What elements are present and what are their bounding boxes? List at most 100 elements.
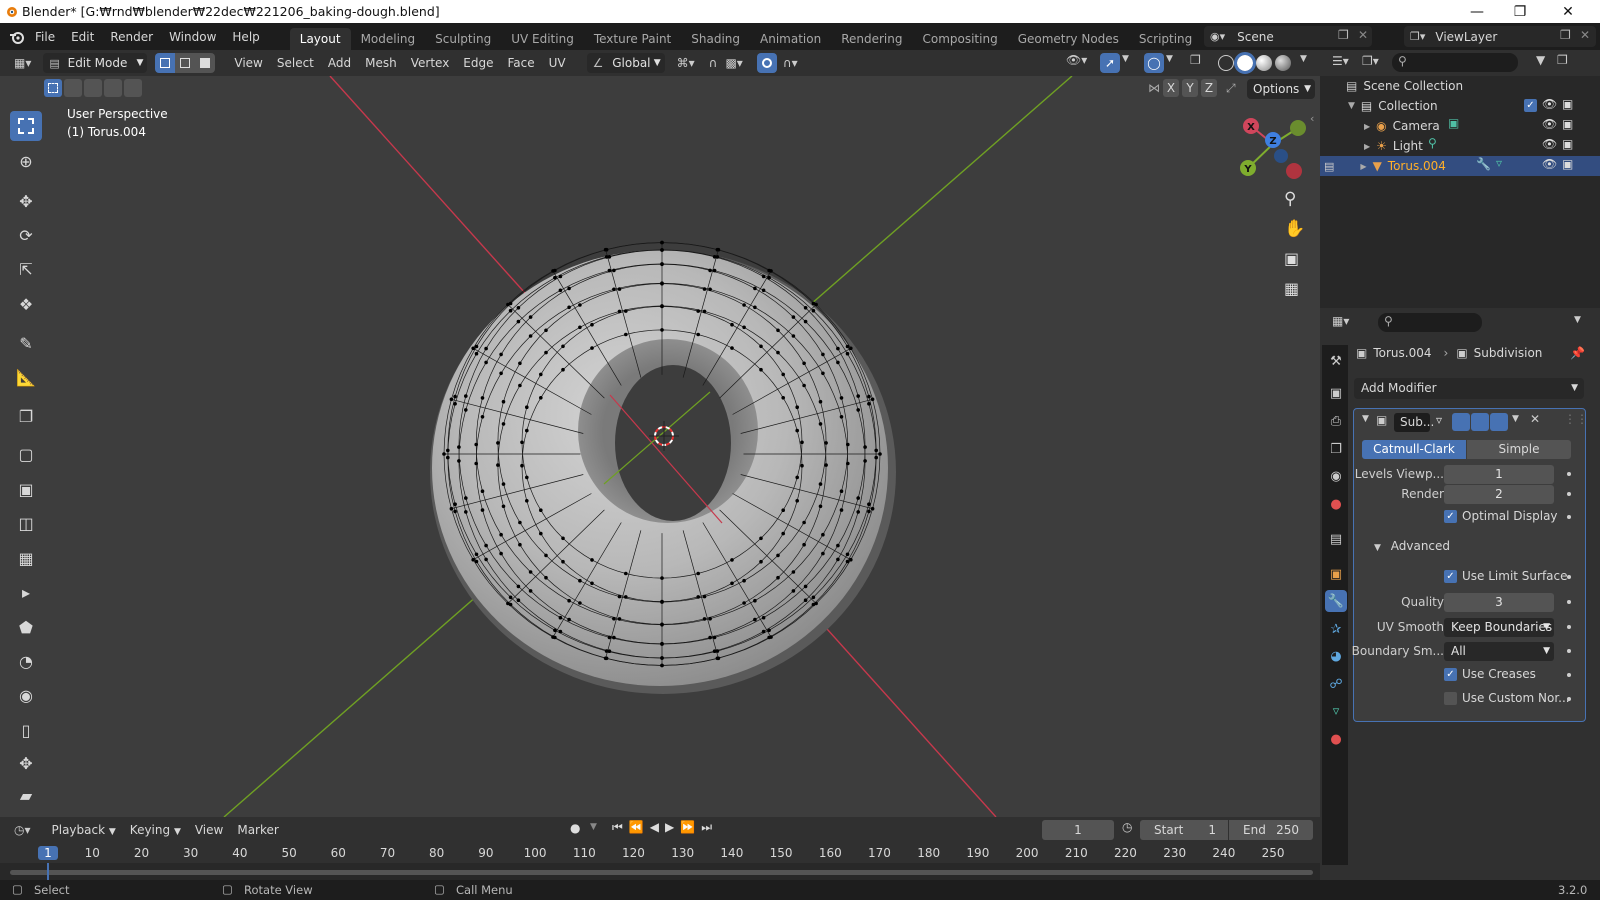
filter-icon[interactable]: ▼ [1536,53,1545,67]
object-tab-icon[interactable]: ▣ [1325,563,1347,585]
mesh-vertex[interactable] [603,247,608,252]
mesh-vertex[interactable] [578,325,582,330]
edge-slide-tool-icon[interactable]: ▯ [10,715,42,745]
timeline-area[interactable]: 1 10 20 30 40 50 60 70 80 90 100 110 120 130 140 150 160… [0,843,1320,880]
mesh-vertex[interactable] [558,615,563,620]
mesh-vertex[interactable] [702,617,707,621]
mirror-x-toggle[interactable]: X [1163,79,1179,97]
mesh-vertex[interactable] [802,520,806,525]
next-keyframe-icon[interactable]: ⏩ [680,820,695,835]
editor-type-icon[interactable]: ▦▾ [14,56,31,70]
mesh-vertex[interactable] [660,576,664,580]
mesh-vertex[interactable] [660,641,664,646]
mesh-vertex[interactable] [553,628,557,633]
wireframe-shading-icon[interactable] [1218,55,1234,71]
menu-face[interactable]: Face [501,53,542,73]
snap-target-icon[interactable]: ▩▾ [725,56,742,70]
minimize-button[interactable]: — [1454,0,1500,23]
mesh-vertex[interactable] [767,275,771,280]
rendered-shading-icon[interactable] [1275,55,1291,71]
transform-orientation-dropdown[interactable]: ∠ Global ▼ [586,53,665,73]
mesh-vertex[interactable] [716,247,721,252]
camera-data-icon[interactable]: ▣ [1448,116,1459,130]
mesh-vertex[interactable] [870,397,875,402]
mesh-vertex[interactable] [839,508,844,512]
mesh-vertex[interactable] [484,557,488,562]
mesh-vertex[interactable] [712,268,717,273]
mesh-vertex[interactable] [518,361,522,366]
mesh-vertex[interactable] [561,367,565,372]
smooth-tool-icon[interactable]: ◉ [10,680,42,710]
select-new-icon[interactable] [44,79,62,97]
mesh-vertex[interactable] [781,396,785,400]
mesh-vertex[interactable] [607,268,612,273]
record-icon[interactable]: ● [570,821,580,835]
mesh-vertex[interactable] [712,649,717,653]
mesh-vertex[interactable] [821,532,825,537]
shrink-fatten-tool-icon[interactable]: ✥ [10,748,42,778]
mesh-vertex[interactable] [660,240,664,245]
mesh-vertex[interactable] [702,309,707,314]
mesh-vertex[interactable] [539,508,543,512]
mesh-vertex[interactable] [803,306,808,310]
uv-smooth-dropdown[interactable]: Keep Boundaries ▼ [1444,617,1554,637]
add-modifier-dropdown[interactable]: Add Modifier ▼ [1354,378,1584,399]
timeline-editor-icon[interactable]: ◷▾ [14,823,31,837]
mesh-vertex[interactable] [480,415,485,419]
keyframe-dot-icon[interactable] [1567,575,1571,579]
mesh-vertex[interactable] [776,350,780,355]
mesh-vertex[interactable] [767,635,771,640]
mesh-vertex[interactable] [660,304,664,308]
mirror-z-toggle[interactable]: Z [1201,79,1217,97]
edge-select-icon[interactable] [175,53,196,73]
mesh-vertex[interactable] [802,383,806,388]
mesh-vertex[interactable] [863,459,867,463]
mesh-vertex[interactable] [811,308,816,313]
mesh-vertex[interactable] [715,255,720,259]
mesh-vertex[interactable] [742,303,746,307]
mesh-vertex[interactable] [836,346,840,351]
mesh-vertex[interactable] [516,319,521,324]
mesh-vertex[interactable] [464,394,468,398]
world-tab-icon[interactable]: ● [1325,493,1347,515]
visibility-icon[interactable]: 👁▾ [1066,53,1087,67]
eye-icon[interactable]: 👁 [1542,117,1557,131]
mesh-vertex[interactable] [480,489,485,494]
mesh-vertex[interactable] [525,499,529,503]
data-tab-icon[interactable]: ▿ [1325,700,1347,722]
mesh-vertex[interactable] [449,506,454,511]
eye-icon[interactable]: 👁 [1542,157,1557,171]
new-collection-icon[interactable]: ❐ [1557,53,1568,67]
mesh-vertex[interactable] [528,570,533,574]
mesh-vertex[interactable] [474,442,479,447]
jump-end-icon[interactable]: ⏭ [701,820,712,835]
mesh-vertex[interactable] [518,520,522,525]
mesh-vertex[interactable] [660,281,664,285]
mesh-vertex[interactable] [824,441,828,445]
expand-arrow-icon[interactable]: ▶ [1364,142,1370,151]
mesh-vertex[interactable] [753,598,757,603]
mesh-vertex[interactable] [558,274,563,279]
tab-layout[interactable]: Layout [289,28,351,50]
tab-texture-paint[interactable]: Texture Paint [584,28,681,50]
bevel-tool-icon[interactable]: ◫ [10,508,42,538]
mesh-vertex[interactable] [802,361,806,366]
gizmo-neg-x[interactable] [1286,163,1302,179]
menu-timeline-view[interactable]: View [188,820,230,840]
mesh-vertex[interactable] [702,594,707,599]
start-frame-field[interactable]: Start 1 [1140,820,1228,840]
mesh-vertex[interactable] [730,346,734,350]
delete-scene-icon[interactable]: ✕ [1358,28,1368,42]
mesh-vertex[interactable] [759,536,763,541]
outliner-scene-collection[interactable]: ▤ Scene Collection [1320,76,1600,96]
camera-view-icon[interactable]: ▣ [1284,249,1299,268]
spin-tool-icon[interactable]: ◔ [10,646,42,676]
render-levels-field[interactable]: 2 [1444,484,1554,504]
material-shading-icon[interactable] [1256,55,1272,71]
playhead[interactable]: 1 [38,846,58,860]
mesh-vertex[interactable] [567,617,571,622]
pin-icon[interactable]: 📌 [1570,346,1585,360]
mesh-vertex[interactable] [660,599,664,604]
render-tab-icon[interactable]: ▣ [1325,382,1347,404]
mirror-y-toggle[interactable]: Y [1182,79,1198,97]
